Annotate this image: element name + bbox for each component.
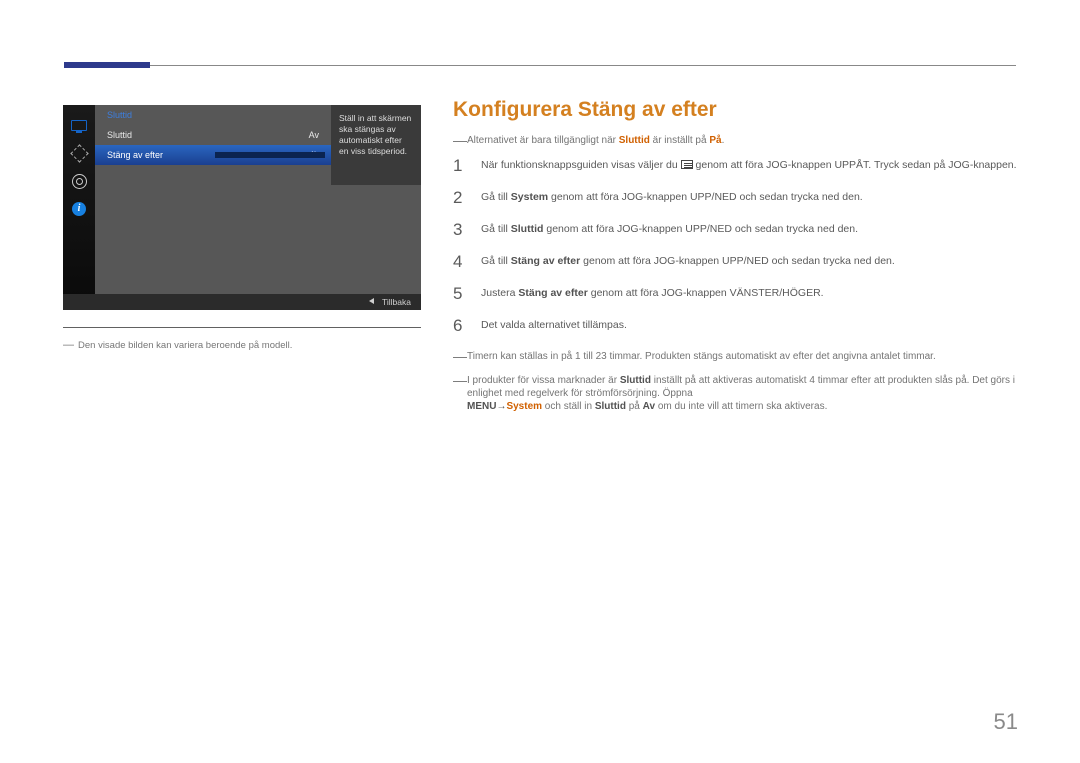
t: Stäng av efter — [518, 287, 587, 299]
gear-icon — [69, 173, 89, 189]
figure-caption: ―Den visade bilden kan variera beroende … — [63, 339, 292, 351]
osd-row-stang-av-efter: Stäng av efter 4h — [95, 145, 331, 165]
osd-back-bar: Tillbaka — [63, 294, 421, 310]
caption-rule — [63, 327, 421, 328]
step-4: Gå till Stäng av efter genom att föra JO… — [453, 254, 1018, 286]
t: genom att föra JOG-knappen UPPÅT. Tryck … — [693, 159, 1017, 171]
step-1: När funktionsknappsguiden visas väljer d… — [453, 158, 1018, 190]
t: Justera — [481, 287, 518, 299]
t: Gå till — [481, 223, 511, 235]
monitor-icon — [69, 117, 89, 133]
t: Av — [643, 401, 655, 412]
osd-row-label: Sluttid — [107, 125, 132, 145]
picture-icon — [69, 145, 89, 161]
step-3: Gå till Sluttid genom att föra JOG-knapp… — [453, 222, 1018, 254]
t: Sluttid — [620, 375, 651, 386]
steps-list: När funktionsknappsguiden visas väljer d… — [453, 158, 1018, 350]
caption-text: Den visade bilden kan variera beroende p… — [78, 340, 292, 351]
t: Gå till — [481, 255, 511, 267]
t: Det valda alternativet tillämpas. — [481, 319, 627, 331]
t: Sluttid — [619, 135, 650, 146]
note-market: ― I produkter för vissa marknader är Slu… — [453, 374, 1018, 413]
osd-sidebar: i — [63, 105, 95, 310]
osd-description: Ställ in att skärmen ska stängas av auto… — [331, 105, 421, 185]
note-availability: ― Alternativet är bara tillgängligt när … — [453, 134, 1018, 148]
t: genom att föra JOG-knappen UPP/NED och s… — [548, 191, 863, 203]
t: Sluttid — [511, 223, 544, 235]
step-5: Justera Stäng av efter genom att föra JO… — [453, 286, 1018, 318]
page-number: 51 — [994, 709, 1018, 735]
osd-row-value: Av — [309, 125, 319, 145]
t: Timern kan ställas in på 1 till 23 timma… — [467, 350, 1018, 364]
t: Stäng av efter — [511, 255, 580, 267]
t: När funktionsknappsguiden visas väljer d… — [481, 159, 681, 171]
osd-row-label: Stäng av efter — [107, 145, 163, 165]
osd-row-sluttid: Sluttid Av — [95, 125, 331, 145]
step-2: Gå till System genom att föra JOG-knappe… — [453, 190, 1018, 222]
info-icon: i — [69, 201, 89, 217]
t: System — [506, 401, 542, 412]
page-title: Konfigurera Stäng av efter — [453, 98, 1018, 122]
t: Sluttid — [595, 401, 626, 412]
t: genom att föra JOG-knappen UPP/NED och s… — [580, 255, 895, 267]
osd-slider — [215, 152, 325, 158]
t: Gå till — [481, 191, 511, 203]
t: är inställt på — [650, 135, 709, 146]
arrow-icon: → — [496, 400, 506, 413]
t: MENU — [467, 401, 496, 412]
osd-screenshot: i Sluttid Sluttid Av Stäng av efter 4h S… — [63, 105, 421, 310]
t: På — [709, 135, 721, 146]
step-6: Det valda alternativet tillämpas. — [453, 318, 1018, 350]
osd-back-label: Tillbaka — [382, 297, 411, 307]
t: Alternativet är bara tillgängligt när — [467, 135, 619, 146]
header-rule — [64, 62, 1016, 68]
t: om du inte vill att timern ska aktiveras… — [655, 401, 827, 412]
content-column: Konfigurera Stäng av efter ― Alternative… — [453, 98, 1018, 423]
t: på — [626, 401, 643, 412]
t: och ställ in — [542, 401, 595, 412]
note-timer-range: ― Timern kan ställas in på 1 till 23 tim… — [453, 350, 1018, 364]
t: genom att föra JOG-knappen VÄNSTER/HÖGER… — [588, 287, 824, 299]
t: genom att föra JOG-knappen UPP/NED och s… — [543, 223, 858, 235]
triangle-left-icon — [369, 298, 374, 304]
t: . — [722, 135, 725, 146]
menu-glyph-icon — [681, 160, 693, 169]
header-line — [64, 65, 1016, 66]
t: I produkter för vissa marknader är — [467, 375, 620, 386]
t: System — [511, 191, 548, 203]
header-accent — [64, 62, 150, 68]
